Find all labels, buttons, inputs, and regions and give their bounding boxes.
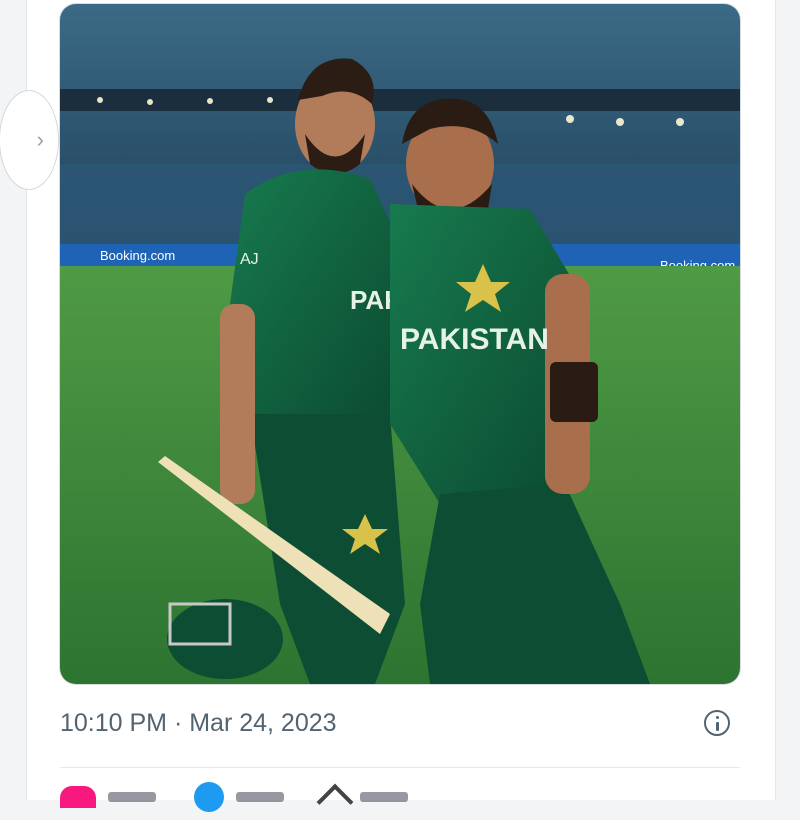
info-icon[interactable] (704, 710, 730, 736)
reply-label (236, 792, 284, 802)
previous-media-button[interactable]: › (0, 90, 59, 190)
like-button[interactable] (60, 786, 156, 808)
cricket-photo-illustration: Booking.com Booking.com PAKIS AJ PAKISTA… (60, 4, 740, 684)
divider (60, 767, 740, 768)
share-button[interactable] (316, 779, 408, 820)
reply-button[interactable] (194, 782, 284, 812)
action-bar (60, 779, 740, 820)
jersey-initials: AJ (240, 251, 259, 268)
ad-board-text: Booking.com (100, 248, 175, 263)
post-meta: 10:10 PM · Mar 24, 2023 (60, 703, 740, 743)
heart-icon (60, 786, 96, 808)
post-timestamp[interactable]: 10:10 PM · Mar 24, 2023 (60, 709, 337, 738)
share-label (360, 792, 408, 802)
share-icon (316, 783, 354, 820)
post-image[interactable]: Booking.com Booking.com PAKIS AJ PAKISTA… (60, 4, 740, 684)
jersey-text-right: PAKISTAN (400, 323, 549, 356)
reply-icon (194, 782, 224, 812)
like-count (108, 792, 156, 802)
chevron-right-icon: › (36, 127, 44, 152)
